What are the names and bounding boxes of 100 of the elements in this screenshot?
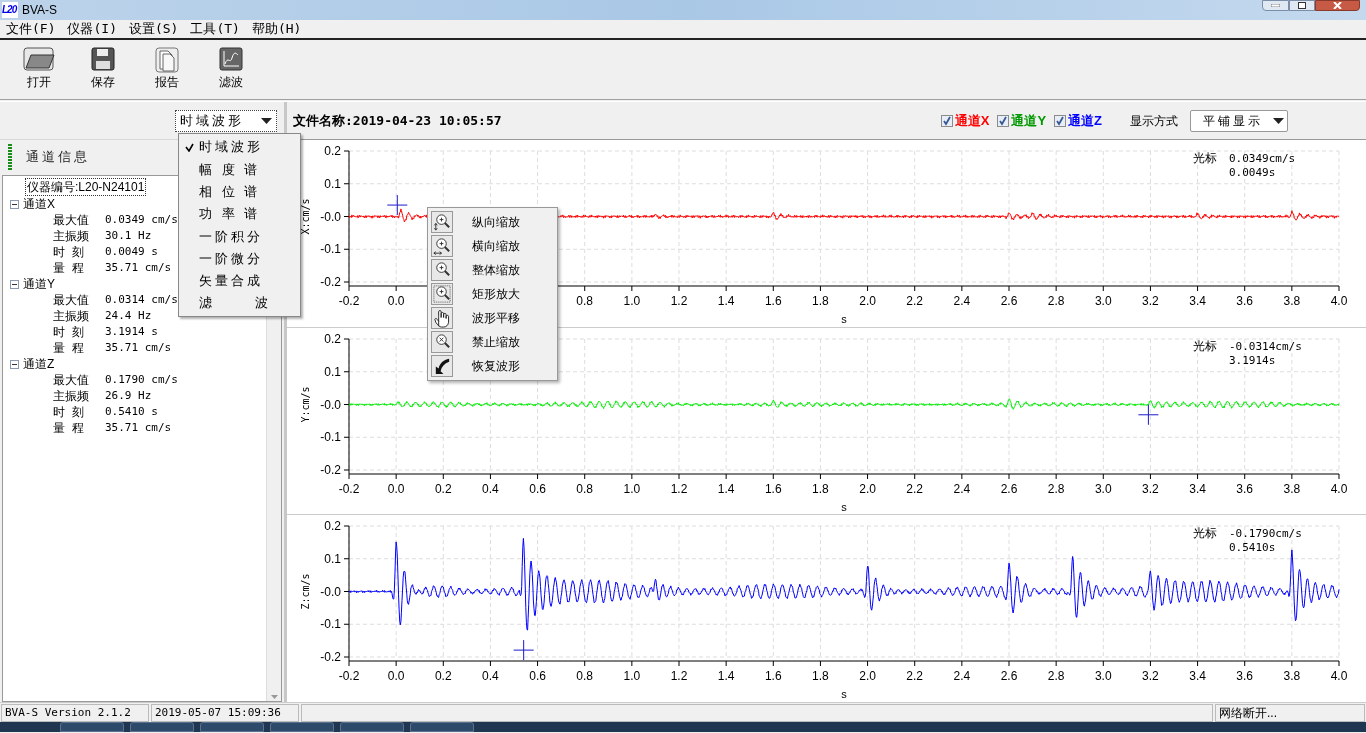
menu-option[interactable]: 禁止缩放: [428, 330, 557, 354]
menu-item[interactable]: 帮助(H): [251, 19, 302, 39]
tick-label: 1.8: [812, 294, 829, 308]
status-field: BVA-S Version 2.1.2: [1, 703, 149, 722]
tick-label: 3.8: [1283, 482, 1301, 496]
menu-option[interactable]: 一阶积分: [179, 225, 300, 248]
menu-option[interactable]: 相 位 谱: [179, 180, 300, 203]
maximize-icon: [1298, 2, 1306, 9]
menu-option[interactable]: 幅 度 谱: [179, 158, 300, 181]
collapse-icon[interactable]: [10, 199, 19, 209]
menu-option[interactable]: 滤 波: [179, 292, 300, 315]
property-label: 量 程: [53, 340, 85, 356]
tree-item[interactable]: 仪器编号:L20-N24101: [25, 178, 147, 196]
tree-item[interactable]: 通道Y: [23, 276, 55, 292]
tick-label: -0.2: [320, 275, 341, 289]
menu-option[interactable]: 功 率 谱: [179, 202, 300, 226]
dropdown-arrow-icon: [261, 117, 272, 124]
tick-label: -0.2: [320, 463, 341, 477]
menu-item[interactable]: 文件(F): [6, 19, 56, 39]
tick-label: 4.0: [1330, 669, 1348, 683]
property-label: 主振频: [53, 388, 90, 404]
magnifier-icon: [431, 283, 453, 305]
tick-label: 1.4: [717, 482, 735, 496]
tick-label: 3.8: [1283, 294, 1301, 308]
close-button[interactable]: [1315, 0, 1360, 11]
tick-label: 1.8: [812, 482, 829, 496]
property-value: 0.0349 cm/s: [105, 212, 178, 228]
menu-item[interactable]: 仪器(I): [67, 19, 117, 39]
menu-option[interactable]: 纵向缩放: [428, 210, 557, 234]
menu-option[interactable]: 整体缩放: [428, 258, 557, 282]
documents-icon: [155, 47, 179, 73]
toolbar-button[interactable]: 打开: [22, 47, 56, 91]
menu-item[interactable]: 工具(T): [190, 19, 240, 39]
tick-label: -0.0: [320, 584, 341, 599]
tree-item[interactable]: 通道X: [23, 196, 55, 212]
property-label: 量 程: [53, 260, 85, 276]
menu-option[interactable]: 矢量合成: [179, 269, 300, 293]
cursor-value: -0.0314cm/s: [1229, 340, 1302, 353]
tick-label: 2.4: [953, 294, 971, 308]
maximize-button[interactable]: [1289, 0, 1315, 11]
tick-label: 0.0: [387, 294, 405, 308]
tick-label: 0.2: [434, 482, 452, 496]
tick-label: 3.6: [1236, 482, 1254, 496]
tick-label: 4.0: [1330, 294, 1348, 308]
tick-label: 0.0: [387, 482, 405, 496]
tick-label: 1.0: [623, 669, 641, 683]
tick-label: 0.2: [324, 519, 341, 533]
tick-label: 0.6: [529, 482, 546, 496]
channel-checkbox[interactable]: 通道Z: [1054, 110, 1102, 131]
menu-option[interactable]: 横向缩放: [428, 234, 557, 258]
tick-label: 0.0: [387, 669, 405, 683]
tick-label: -0.1: [320, 242, 341, 257]
property-label: 主振频: [53, 228, 90, 244]
tick-label: 3.4: [1189, 482, 1206, 496]
tick-label: -0.2: [338, 294, 360, 308]
tick-label: 3.0: [1094, 294, 1112, 308]
tick-label: 4.0: [1330, 482, 1348, 496]
tick-label: 3.0: [1094, 482, 1112, 496]
menu-option[interactable]: 恢复波形: [428, 354, 557, 378]
magnifier-icon: [431, 259, 453, 281]
display-mode-select[interactable]: 平铺显示: [1190, 109, 1288, 132]
tick-label: 1.2: [670, 669, 688, 683]
menu-option[interactable]: 矩形放大: [428, 282, 557, 306]
view-select[interactable]: 时域波形: [175, 109, 277, 132]
tick-label: 1.0: [623, 294, 641, 308]
tick-label: 3.2: [1142, 294, 1159, 308]
tick-label: -0.2: [338, 482, 360, 496]
collapse-icon[interactable]: [10, 359, 19, 369]
crosshair-cursor[interactable]: [386, 194, 408, 216]
tick-label: 0.4: [482, 482, 499, 496]
minimize-icon: [1271, 4, 1280, 7]
cursor-value: 0.0349cm/s: [1229, 152, 1296, 165]
tick-label: 1.4: [717, 669, 735, 683]
tick-label: 2.6: [1000, 482, 1018, 496]
menu-item[interactable]: 设置(S): [128, 19, 179, 39]
tick-label: 3.6: [1236, 294, 1254, 308]
tick-label: 1.8: [812, 669, 829, 683]
toolbar-button[interactable]: 保存: [86, 47, 120, 91]
menu-option[interactable]: 波形平移: [428, 306, 557, 330]
tree-item[interactable]: 通道Z: [23, 356, 55, 372]
cursor-label: 光标: [1193, 151, 1217, 165]
panel-title: 通道信息: [26, 147, 90, 166]
axis-title: s: [841, 688, 847, 700]
property-label: 时 刻: [53, 244, 85, 260]
toolbar-button[interactable]: 报告: [150, 47, 184, 91]
toolbar-button[interactable]: 滤波: [214, 47, 248, 91]
property-label: 时 刻: [53, 324, 85, 340]
tick-label: 3.2: [1142, 669, 1159, 683]
crosshair-cursor[interactable]: [513, 639, 535, 661]
tick-label: 3.2: [1142, 482, 1159, 496]
menu-option[interactable]: 一阶微分: [179, 247, 300, 270]
crosshair-cursor[interactable]: [1137, 404, 1159, 426]
tick-label: 2.8: [1047, 669, 1065, 683]
hand-icon: [431, 307, 453, 329]
property-value: 0.0049 s: [105, 244, 158, 260]
channel-checkbox[interactable]: 通道X: [940, 110, 990, 131]
menu-option[interactable]: 时域波形: [179, 136, 300, 159]
property-label: 量 程: [53, 420, 85, 436]
tick-label: 0.2: [324, 144, 341, 158]
collapse-icon[interactable]: [10, 279, 19, 289]
